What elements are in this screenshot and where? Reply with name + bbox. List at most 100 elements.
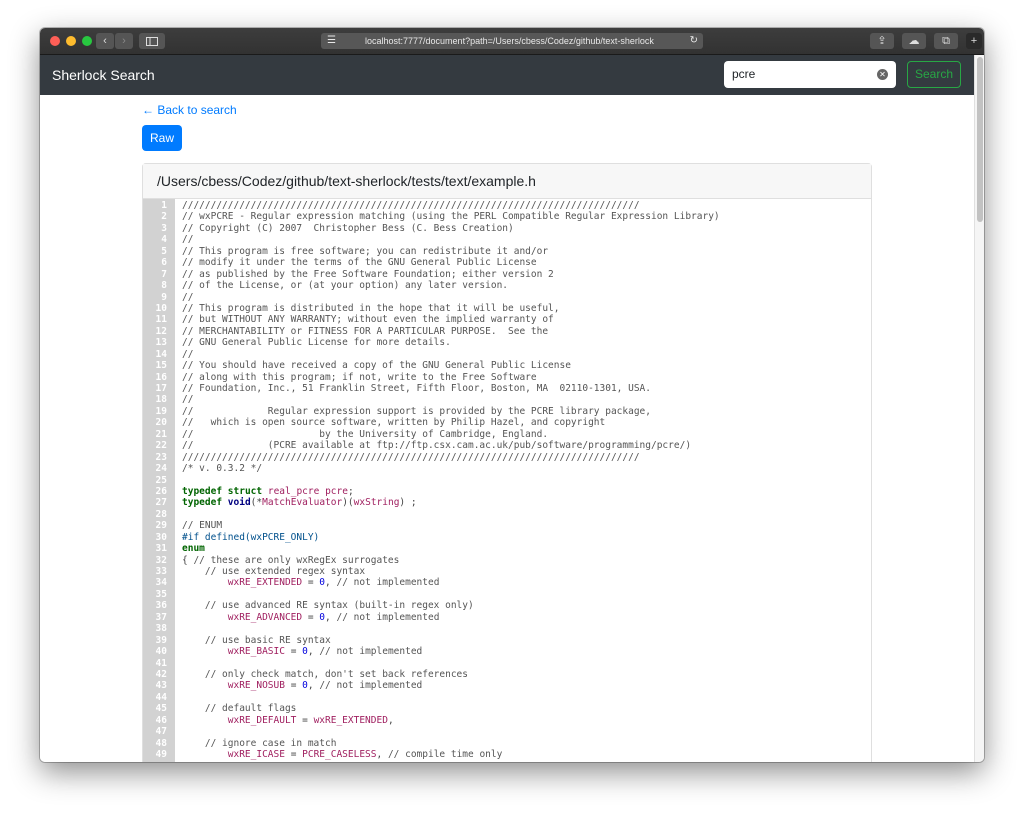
chevron-right-icon: › <box>122 35 126 47</box>
tabs-overview-button[interactable]: ⧉ <box>934 33 958 49</box>
share-icon: ⇪ <box>877 35 887 47</box>
code-line: 41 <box>143 658 871 669</box>
code-line: 49 wxRE_ICASE = PCRE_CASELESS, // compil… <box>143 749 871 760</box>
forward-nav-button[interactable]: › <box>115 33 133 49</box>
clear-search-icon[interactable]: ✕ <box>877 69 888 80</box>
reader-icon: ☰ <box>327 35 336 46</box>
line-number: 30 <box>155 531 167 543</box>
code-line: 3 // Copyright (C) 2007 Christopher Bess … <box>143 223 871 234</box>
search-input[interactable]: pcre ✕ <box>724 61 896 88</box>
code-line: 28 <box>143 509 871 520</box>
back-to-search-link[interactable]: ← Back to search <box>142 103 237 117</box>
code-line: 48 // ignore case in match <box>143 738 871 749</box>
line-number: 25 <box>155 474 167 486</box>
code-line: 16 // along with this program; if not, wr… <box>143 372 871 383</box>
line-text: // but WITHOUT ANY WARRANTY; without eve… <box>182 314 554 326</box>
line-number: 47 <box>155 726 167 738</box>
line-text: // (PCRE available at ftp://ftp.csx.cam.… <box>182 440 692 452</box>
search-value: pcre <box>732 67 756 81</box>
line-text: // Foundation, Inc., 51 Franklin Street,… <box>182 383 651 394</box>
line-number: 26 <box>155 485 167 497</box>
line-number: 32 <box>155 554 167 566</box>
code-line: 5 // This program is free software; you c… <box>143 246 871 257</box>
address-bar[interactable]: ☰ localhost:7777/document?path=/Users/cb… <box>321 33 703 49</box>
line-text: // GNU General Public License for more d… <box>182 337 451 349</box>
line-number: 33 <box>155 566 167 577</box>
line-text: // modify it under the terms of the GNU … <box>182 257 537 269</box>
line-text: // Regular expression support is provide… <box>182 405 651 417</box>
code-line: 36 // use advanced RE syntax (built-in r… <box>143 600 871 611</box>
line-text: // ignore case in match <box>204 737 337 749</box>
line-number: 1 <box>161 200 167 211</box>
line-number: 28 <box>155 508 167 520</box>
line-number: 27 <box>155 497 167 509</box>
code-lines: 1///////////////////////////////////////… <box>143 200 871 760</box>
line-text: wxRE_ICASE = PCRE_CASELESS, // compile t… <box>227 749 503 760</box>
share-button[interactable]: ⇪ <box>870 33 894 49</box>
code-line: 29 // ENUM <box>143 520 871 531</box>
close-window-button[interactable] <box>50 36 60 46</box>
code-line: 30 #if defined(wxPCRE_ONLY) <box>143 532 871 543</box>
line-number: 14 <box>155 348 167 360</box>
back-nav-button[interactable]: ‹ <box>96 33 114 49</box>
code-line: 40 wxRE_BASIC = 0, // not implemented <box>143 646 871 657</box>
line-text: // <box>182 291 194 303</box>
line-text: // which is open source software, writte… <box>182 417 606 429</box>
line-number: 19 <box>155 405 167 417</box>
line-number: 13 <box>155 337 167 349</box>
zoom-window-button[interactable] <box>82 36 92 46</box>
tabs-icon: ⧉ <box>942 35 950 47</box>
brand-title[interactable]: Sherlock Search <box>52 67 155 83</box>
browser-window: ‹ › ☰ localhost:7777/document?path=/User… <box>40 28 984 762</box>
line-number: 49 <box>155 749 167 760</box>
line-text: /* v. 0.3.2 */ <box>182 463 263 475</box>
line-number: 40 <box>155 646 167 658</box>
line-text: // ENUM <box>182 520 223 532</box>
document-view: ← Back to search Raw /Users/cbess/Codez/… <box>40 95 974 762</box>
code-line: 23 //////////////////////////////////////… <box>143 452 871 463</box>
line-number: 21 <box>155 428 167 440</box>
line-number: 12 <box>155 325 167 337</box>
scrollbar-thumb[interactable] <box>977 57 983 222</box>
code-line: 7 // as published by the Free Software Fo… <box>143 269 871 280</box>
page-scrollbar[interactable] <box>974 55 984 762</box>
code-line: 20 // which is open source software, writ… <box>143 417 871 428</box>
url-text: localhost:7777/document?path=/Users/cbes… <box>365 36 654 46</box>
line-text: wxRE_BASIC = 0, // not implemented <box>227 646 423 658</box>
code-line: 4 // <box>143 234 871 245</box>
line-number: 6 <box>161 257 167 269</box>
code-line: 35 <box>143 589 871 600</box>
reload-icon[interactable]: ↻ <box>690 33 698 49</box>
line-text: enum <box>182 543 205 555</box>
line-number: 44 <box>155 691 167 703</box>
line-number: 46 <box>155 714 167 726</box>
line-text: // along with this program; if not, writ… <box>182 371 537 383</box>
minimize-window-button[interactable] <box>66 36 76 46</box>
raw-button[interactable]: Raw <box>142 125 182 151</box>
sidebar-toggle-button[interactable] <box>139 33 165 49</box>
code-line: 47 <box>143 726 871 737</box>
line-text: // <box>182 394 194 406</box>
line-number: 36 <box>155 600 167 612</box>
new-tab-button[interactable]: + <box>966 33 982 49</box>
code-line: 43 wxRE_NOSUB = 0, // not implemented <box>143 680 871 691</box>
code-line: 19 // Regular expression support is provi… <box>143 406 871 417</box>
code-line: 42 // only check match, don't set back r… <box>143 669 871 680</box>
line-text: #if defined(wxPCRE_ONLY) <box>182 531 320 543</box>
code-line: 25 <box>143 475 871 486</box>
line-text: // <box>182 234 194 246</box>
line-text: // only check match, don't set back refe… <box>204 668 468 680</box>
line-number: 24 <box>155 463 167 475</box>
line-number: 41 <box>155 657 167 669</box>
line-text: // use basic RE syntax <box>204 634 331 646</box>
icloud-button[interactable]: ☁ <box>902 33 926 49</box>
line-number: 37 <box>155 611 167 623</box>
app-navbar: Sherlock Search pcre ✕ Search <box>40 55 974 95</box>
chevron-left-icon: ‹ <box>103 35 107 47</box>
search-button[interactable]: Search <box>907 61 961 88</box>
code-line: 10 // This program is distributed in the … <box>143 303 871 314</box>
code-line: 9 // <box>143 292 871 303</box>
line-text: // MERCHANTABILITY or FITNESS FOR A PART… <box>182 325 549 337</box>
line-text: // You should have received a copy of th… <box>182 360 571 372</box>
line-number: 15 <box>155 360 167 372</box>
